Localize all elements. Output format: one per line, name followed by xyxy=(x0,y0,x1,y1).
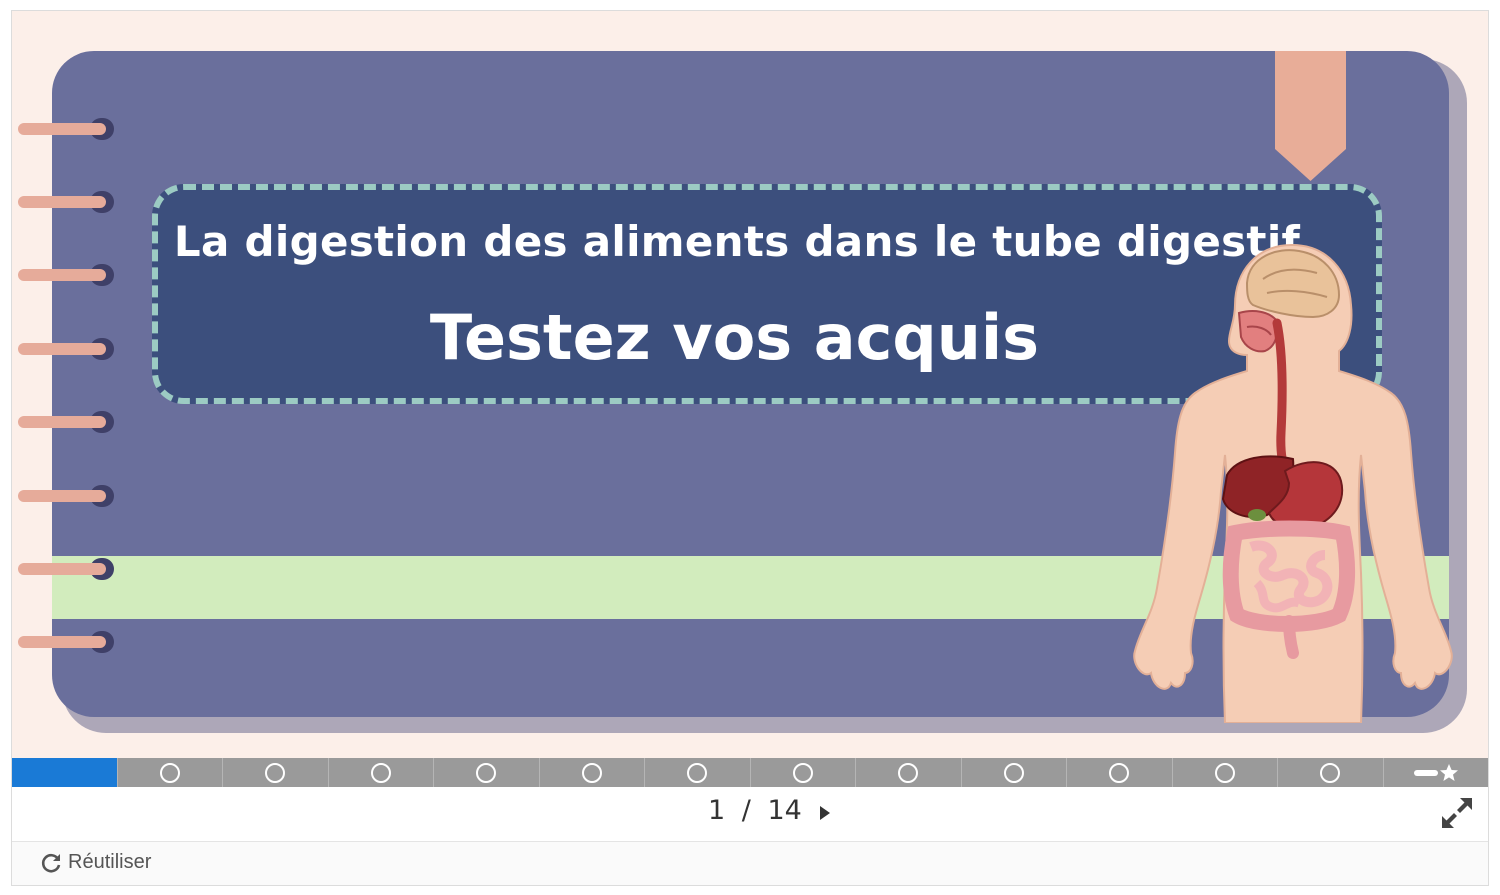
spiral-ring xyxy=(18,338,114,360)
circle-icon xyxy=(1109,762,1130,783)
circle-icon xyxy=(687,762,708,783)
refresh-icon xyxy=(41,853,61,872)
circle-icon xyxy=(1003,762,1024,783)
slide-progress-bar xyxy=(12,758,1488,787)
progress-segment-summary[interactable] xyxy=(1382,758,1489,787)
total-slide-number: 14 xyxy=(767,795,802,826)
spiral-ring xyxy=(18,558,114,580)
bookmark-ribbon xyxy=(1275,51,1346,181)
expand-icon[interactable] xyxy=(1440,796,1474,830)
circle-icon xyxy=(898,762,919,783)
spiral-ring xyxy=(18,264,114,286)
spiral-ring xyxy=(18,411,114,433)
reuse-label: Réutiliser xyxy=(68,851,152,873)
progress-segment[interactable] xyxy=(1277,758,1383,787)
progress-segment[interactable] xyxy=(749,758,856,787)
progress-segment[interactable] xyxy=(116,758,223,787)
progress-segment[interactable] xyxy=(433,758,539,787)
progress-segment[interactable] xyxy=(222,758,328,787)
progress-segment[interactable] xyxy=(1171,758,1278,787)
spiral-ring xyxy=(18,118,114,140)
slide-stage: La digestion des aliments dans le tube d… xyxy=(12,11,1488,758)
spiral-ring xyxy=(18,191,114,213)
progress-segment[interactable] xyxy=(1066,758,1172,787)
circle-icon xyxy=(792,762,813,783)
progress-segment[interactable] xyxy=(960,758,1067,787)
progress-segment[interactable] xyxy=(644,758,750,787)
caret-right-icon[interactable] xyxy=(817,802,833,824)
circle-icon xyxy=(1214,762,1235,783)
circle-icon xyxy=(370,762,391,783)
circle-icon xyxy=(476,762,497,783)
progress-segment[interactable] xyxy=(855,758,961,787)
circle-icon xyxy=(581,762,602,783)
progress-segment[interactable] xyxy=(327,758,434,787)
spiral-ring xyxy=(18,485,114,507)
slide-counter: 1 / 14 xyxy=(708,795,802,826)
circle-icon xyxy=(159,762,180,783)
circle-icon xyxy=(265,762,286,783)
current-slide-number: 1 xyxy=(708,795,726,826)
progress-segment-current[interactable] xyxy=(12,758,117,787)
counter-separator: / xyxy=(741,795,751,826)
digestive-system-illustration xyxy=(1133,243,1453,723)
footer-bar: Réutiliser xyxy=(12,841,1488,885)
summary-star-icon xyxy=(1413,763,1458,781)
reuse-button[interactable]: Réutiliser xyxy=(40,851,151,874)
slide-navigation: 1 / 14 xyxy=(12,787,1488,841)
spiral-ring xyxy=(18,631,114,653)
circle-icon xyxy=(1320,762,1341,783)
progress-segment[interactable] xyxy=(538,758,645,787)
